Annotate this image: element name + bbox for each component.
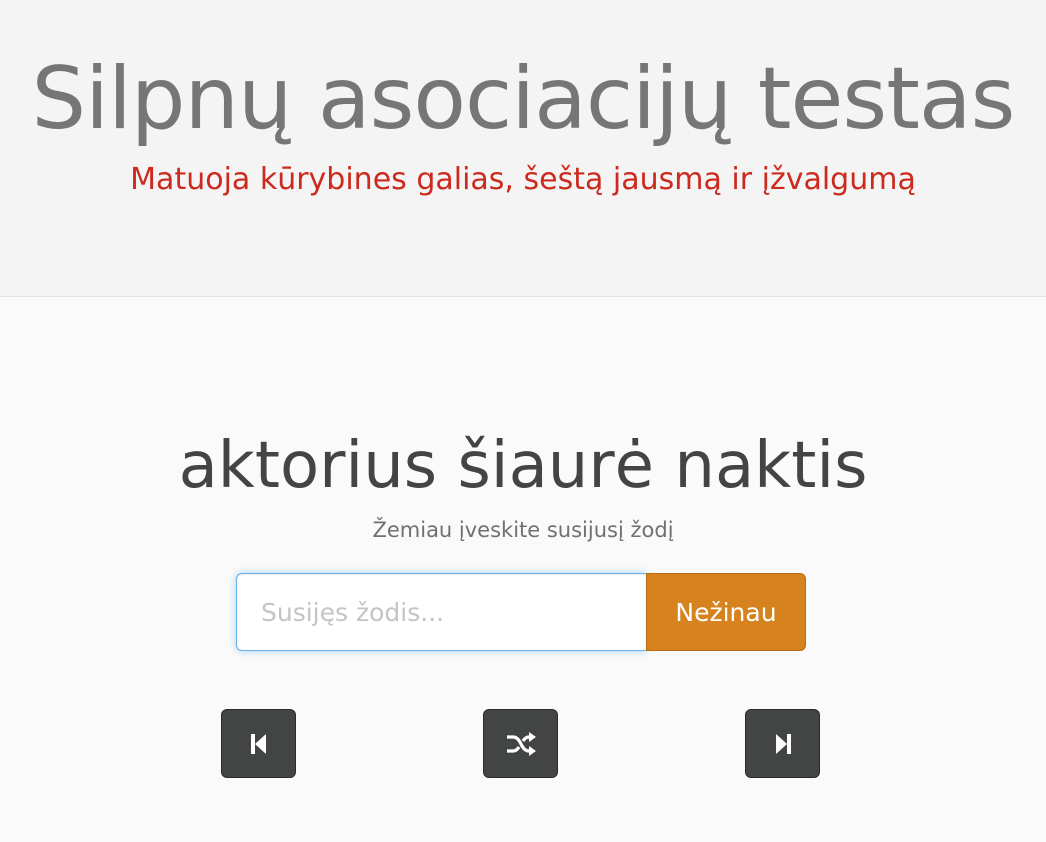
cue-words: aktorius šiaurė naktis [178,429,868,503]
shuffle-icon [506,731,536,756]
shuffle-button[interactable] [483,709,558,778]
next-button[interactable] [745,709,820,778]
page-header: Silpnų asociacijų testas Matuoja kūrybin… [0,0,1046,297]
answer-input-group: Nežinau [236,573,806,651]
skip-next-icon [775,733,791,754]
skip-previous-icon [250,733,266,754]
page-title: Silpnų asociacijų testas [31,49,1016,149]
page-subtitle: Matuoja kūrybines galias, šeštą jausmą i… [130,162,916,197]
instruction-text: Žemiau įveskite susijusį žodį [372,518,674,542]
dont-know-button[interactable]: Nežinau [646,573,806,651]
related-word-input[interactable] [236,573,646,651]
previous-button[interactable] [221,709,296,778]
